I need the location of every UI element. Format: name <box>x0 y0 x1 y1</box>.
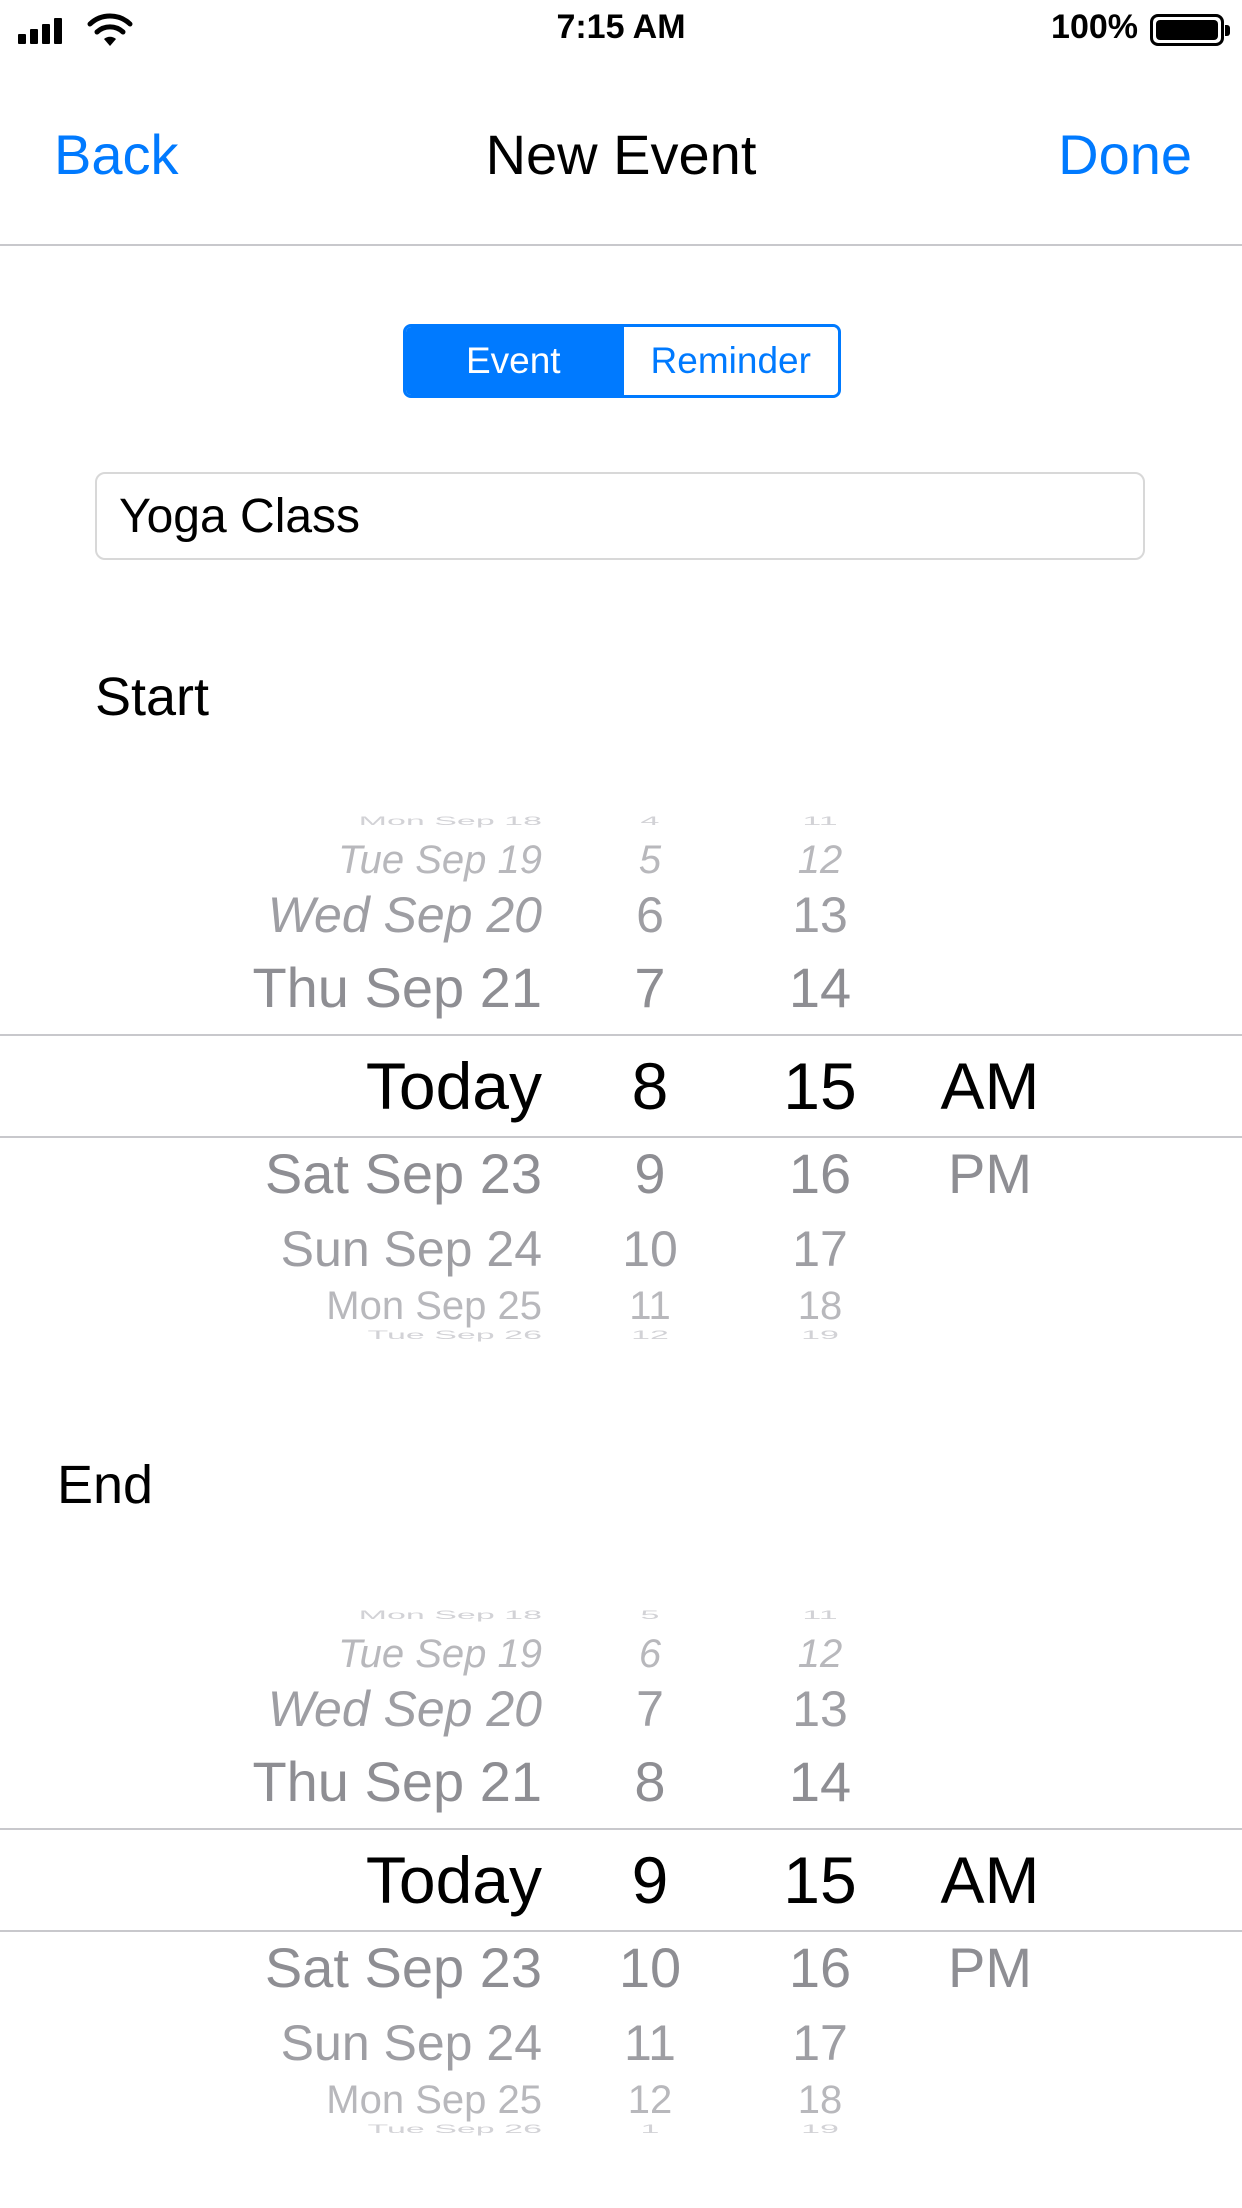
done-button[interactable]: Done <box>1058 122 1192 187</box>
navigation-bar: Back New Event Done <box>0 62 1242 246</box>
picker-hour-option[interactable]: 12 <box>580 2080 720 2120</box>
status-bar: 7:15 AM 100% <box>0 0 1242 62</box>
picker-hour-option[interactable]: 11 <box>580 1286 720 1326</box>
picker-hour-option[interactable]: 8 <box>580 1754 720 1810</box>
picker-ampm-selected[interactable]: AM <box>925 1847 1055 1913</box>
picker-date-option[interactable]: Wed Sep 20 <box>268 1684 542 1734</box>
event-title-input[interactable] <box>95 472 1145 560</box>
picker-hour-selected[interactable]: 9 <box>580 1847 720 1913</box>
picker-date-option[interactable]: Mon Sep 18 <box>359 1609 542 1621</box>
picker-date-option[interactable]: Sun Sep 24 <box>281 1224 542 1274</box>
picker-hour-option[interactable]: 12 <box>580 1329 720 1341</box>
picker-minute-option[interactable]: 17 <box>760 2018 880 2068</box>
start-label: Start <box>95 667 210 727</box>
picker-hour-option[interactable]: 9 <box>580 1146 720 1202</box>
picker-minute-option[interactable]: 19 <box>760 1329 880 1341</box>
picker-hour-option[interactable]: 6 <box>580 890 720 940</box>
battery-icon <box>1150 14 1230 46</box>
picker-hour-option[interactable]: 5 <box>580 1609 720 1621</box>
picker-date-option[interactable]: Mon Sep 25 <box>326 2080 542 2120</box>
picker-minute-option[interactable]: 13 <box>760 1684 880 1734</box>
picker-hour-option[interactable]: 10 <box>580 1224 720 1274</box>
picker-hour-option[interactable]: 7 <box>580 1684 720 1734</box>
page-title: New Event <box>485 123 757 186</box>
picker-date-selected[interactable]: Today <box>366 1847 542 1913</box>
segment-reminder[interactable]: Reminder <box>620 327 838 395</box>
picker-date-option[interactable]: Tue Sep 19 <box>338 1634 542 1674</box>
picker-date-option[interactable]: Thu Sep 21 <box>252 960 542 1016</box>
picker-date-option[interactable]: Tue Sep 19 <box>338 840 542 880</box>
picker-hour-option[interactable]: 1 <box>580 2123 720 2135</box>
end-date-picker[interactable]: Mon Sep 18 Tue Sep 19 Wed Sep 20 Thu Sep… <box>0 1572 1242 2135</box>
picker-minute-option[interactable]: 12 <box>760 1634 880 1674</box>
picker-minute-option[interactable]: 16 <box>760 1146 880 1202</box>
picker-date-option[interactable]: Thu Sep 21 <box>252 1754 542 1810</box>
picker-ampm-option[interactable]: PM <box>925 1940 1055 1996</box>
picker-hour-option[interactable]: 11 <box>580 2018 720 2068</box>
picker-date-option[interactable]: Sat Sep 23 <box>265 1146 542 1202</box>
picker-hour-option[interactable]: 6 <box>580 1634 720 1674</box>
picker-minute-option[interactable]: 18 <box>760 2080 880 2120</box>
picker-minute-option[interactable]: 13 <box>760 890 880 940</box>
picker-minute-option[interactable]: 17 <box>760 1224 880 1274</box>
battery-percentage: 100% <box>1051 8 1138 46</box>
picker-date-option[interactable]: Sun Sep 24 <box>281 2018 542 2068</box>
segment-event[interactable]: Event <box>406 327 621 395</box>
event-type-segmented-control: Event Reminder <box>403 324 841 398</box>
picker-ampm-selected[interactable]: AM <box>925 1053 1055 1119</box>
picker-hour-option[interactable]: 7 <box>580 960 720 1016</box>
picker-date-option[interactable]: Sat Sep 23 <box>265 1940 542 1996</box>
picker-date-option[interactable]: Wed Sep 20 <box>268 890 542 940</box>
picker-date-option[interactable]: Mon Sep 25 <box>326 1286 542 1326</box>
picker-minute-option[interactable]: 14 <box>760 1754 880 1810</box>
picker-date-selected[interactable]: Today <box>366 1053 542 1119</box>
picker-ampm-option[interactable]: PM <box>925 1146 1055 1202</box>
picker-minute-option[interactable]: 11 <box>760 1609 880 1621</box>
start-date-picker[interactable]: Mon Sep 18 Tue Sep 19 Wed Sep 20 Thu Sep… <box>0 778 1242 1341</box>
picker-date-option[interactable]: Mon Sep 18 <box>359 815 542 827</box>
picker-minute-option[interactable]: 11 <box>760 815 880 827</box>
picker-minute-option[interactable]: 14 <box>760 960 880 1016</box>
picker-hour-option[interactable]: 4 <box>580 815 720 827</box>
picker-minute-selected[interactable]: 15 <box>760 1847 880 1913</box>
picker-minute-option[interactable]: 16 <box>760 1940 880 1996</box>
picker-hour-selected[interactable]: 8 <box>580 1053 720 1119</box>
picker-date-option[interactable]: Tue Sep 26 <box>367 1329 542 1341</box>
picker-hour-option[interactable]: 5 <box>580 840 720 880</box>
picker-date-option[interactable]: Tue Sep 26 <box>367 2123 542 2135</box>
picker-minute-option[interactable]: 18 <box>760 1286 880 1326</box>
picker-minute-option[interactable]: 19 <box>760 2123 880 2135</box>
picker-minute-option[interactable]: 12 <box>760 840 880 880</box>
picker-hour-option[interactable]: 10 <box>580 1940 720 1996</box>
end-label: End <box>57 1455 154 1515</box>
picker-minute-selected[interactable]: 15 <box>760 1053 880 1119</box>
